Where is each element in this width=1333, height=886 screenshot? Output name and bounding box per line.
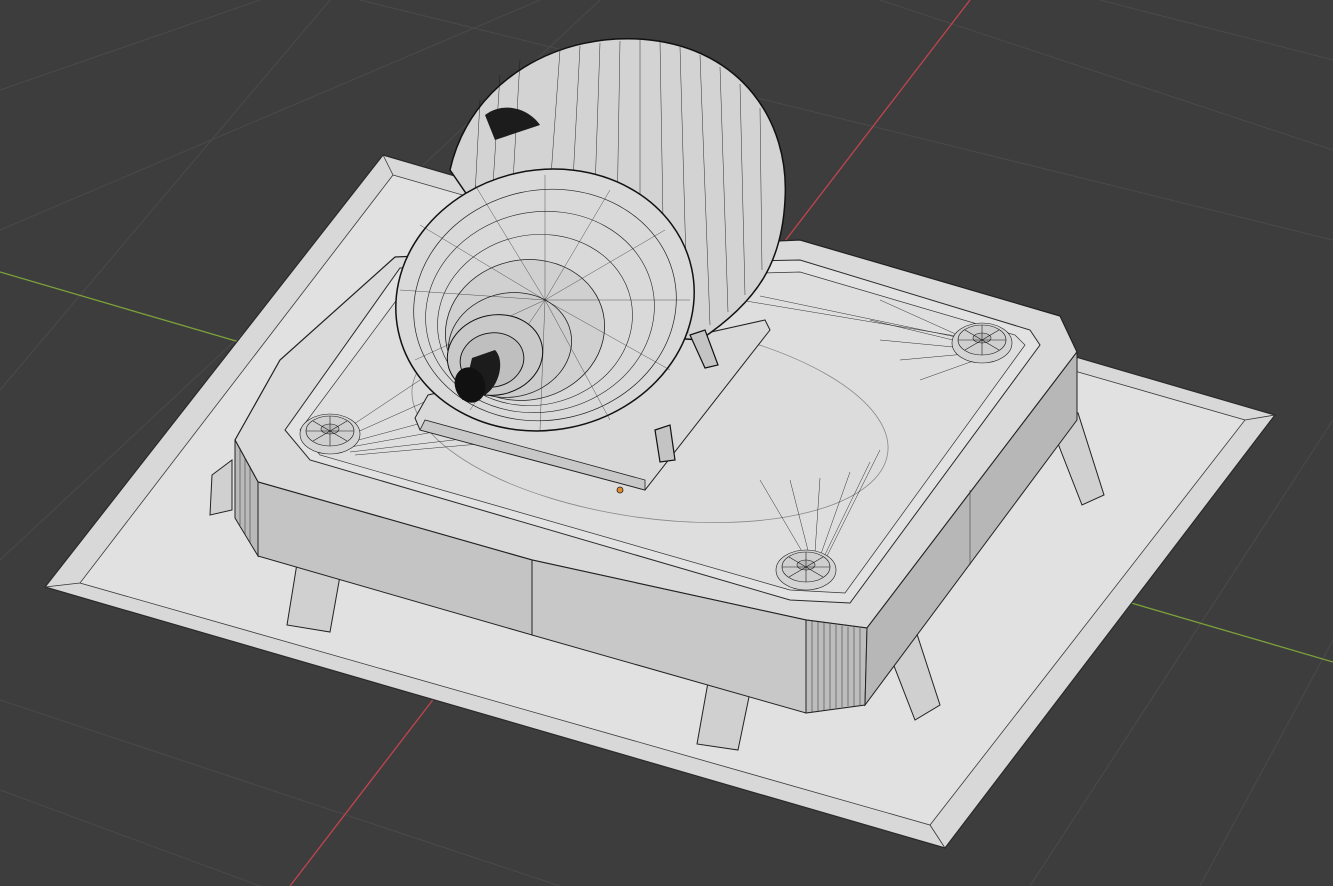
3d-viewport[interactable] [0, 0, 1333, 886]
viewport-canvas[interactable] [0, 0, 1333, 886]
object-origin-icon[interactable] [616, 486, 624, 494]
